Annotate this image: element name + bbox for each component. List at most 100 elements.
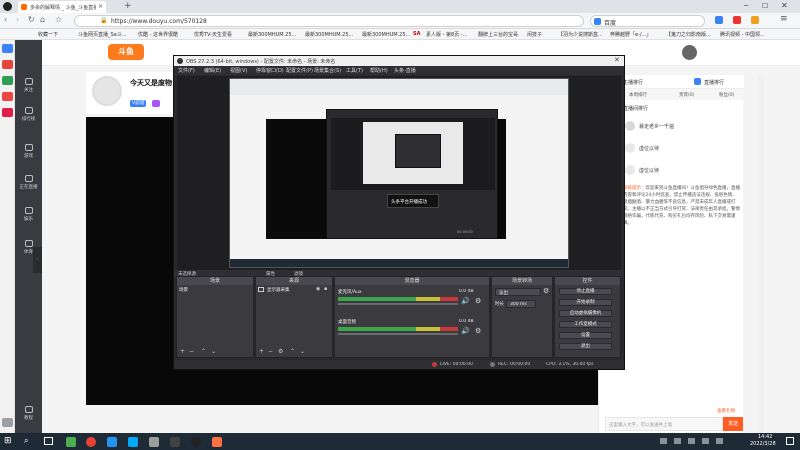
send-button[interactable]: 发送 <box>723 417 743 431</box>
rank-row[interactable]: 虚位以待 <box>623 163 738 177</box>
add-icon[interactable]: + <box>259 348 264 355</box>
transition-select[interactable]: 淡出 <box>495 288 541 296</box>
star-icon[interactable]: ☆ <box>55 15 62 24</box>
menu-view[interactable]: 视图(V) <box>230 67 247 74</box>
gear-icon[interactable]: ⚙ <box>543 287 549 295</box>
studio-mode-button[interactable]: 工作室模式 <box>559 321 612 328</box>
exit-button[interactable]: 退出 <box>559 343 612 350</box>
bookmark-item[interactable]: 最新300MHUM.25... <box>248 31 298 38</box>
source-item[interactable]: 显示器采集 ◉ ▪ <box>258 286 330 294</box>
bookmark-item[interactable]: 闲技子 <box>527 31 551 38</box>
streamer-avatar[interactable] <box>92 76 122 106</box>
obs-preview[interactable]: 头条平台开播成功 00:00:00 <box>177 76 621 270</box>
gear-icon[interactable]: ⚙ <box>475 297 481 305</box>
douyu-logo[interactable]: 斗鱼 <box>108 44 144 60</box>
duration-field[interactable]: 300 ms <box>506 300 536 308</box>
stop-streaming-button[interactable]: 停止直播 <box>559 288 612 295</box>
rank-header-title[interactable]: 主播排行 <box>623 79 643 86</box>
start-recording-button[interactable]: 开始录制 <box>559 299 612 306</box>
settings-button[interactable]: 设置 <box>559 332 612 339</box>
app-icon[interactable] <box>107 437 117 447</box>
gear-icon[interactable]: ⚙ <box>475 327 481 335</box>
virtual-camera-button[interactable]: 启动虚拟摄像机 <box>559 310 612 317</box>
bookmark-item[interactable]: 【鬼刀之归影南版... <box>666 31 712 38</box>
bookmark-item[interactable]: 奔腾越野「e-/...」 <box>610 31 658 38</box>
lock-icon[interactable]: ▪ <box>324 286 327 292</box>
browser-tab[interactable]: 多余的解释情 _ 斗鱼_斗鱼直播_主... × <box>18 1 106 13</box>
down-icon[interactable]: ⌄ <box>211 348 216 355</box>
new-tab-button[interactable]: + <box>124 1 132 11</box>
bookmark-item[interactable]: 优酷 - 这世界很酷 <box>138 31 186 38</box>
remove-icon[interactable]: − <box>189 348 194 355</box>
url-field[interactable]: 🔒 https://www.douyu.com/570128 <box>74 15 584 27</box>
app-icon[interactable] <box>170 437 180 447</box>
tab-fans[interactable]: 粉丝(0) <box>719 92 734 98</box>
bookmark-item[interactable]: 收藏一下 <box>38 31 72 38</box>
app-icon[interactable] <box>149 437 159 447</box>
user-avatar[interactable] <box>682 45 697 60</box>
speaker-icon[interactable]: 🔊 <box>461 297 470 305</box>
bookmark-item[interactable]: 【羽为少说搜斯盒... <box>558 31 602 38</box>
bookmark-item[interactable]: 最新300MHUM.25... <box>362 31 410 38</box>
rank-row[interactable]: 虚位以待 <box>623 141 738 155</box>
game-icon[interactable] <box>2 92 13 101</box>
task-view-icon[interactable] <box>44 437 53 445</box>
mail-icon[interactable] <box>2 76 13 85</box>
bookmark-item[interactable]: 斗鱼网页直播_Sa斗... <box>78 31 128 38</box>
app-icon[interactable] <box>128 437 138 447</box>
obs-close-icon[interactable]: ✕ <box>614 56 620 64</box>
bookmark-item[interactable]: SA <box>413 31 423 37</box>
menu-scene-collection[interactable]: 场景集合(S) <box>314 67 341 74</box>
extension-icon[interactable] <box>751 16 759 24</box>
menu-tools[interactable]: 工具(T) <box>346 67 363 74</box>
forward-icon[interactable]: › <box>16 15 19 24</box>
bookmark-item[interactable]: 最新300MHUM.25... <box>305 31 355 38</box>
nav-live[interactable]: 正在直播 <box>15 175 42 190</box>
bookmark-item[interactable]: 优秀TV-天生爱看 <box>194 31 240 38</box>
refresh-icon[interactable]: ↻ <box>28 15 35 24</box>
gift-link[interactable]: 查看礼物 <box>717 408 735 414</box>
weibo-icon[interactable] <box>2 60 13 69</box>
tab-close-icon[interactable]: × <box>98 3 103 10</box>
nav-expand-icon[interactable]: › <box>33 247 42 273</box>
tab-vip[interactable]: 贵宾(0) <box>679 92 694 98</box>
menu-edit[interactable]: 编辑(E) <box>204 67 221 74</box>
panel-scrollbar[interactable] <box>758 75 764 433</box>
menu-toutiao[interactable]: 头条-直播 <box>394 67 416 74</box>
favorites-icon[interactable] <box>2 44 13 53</box>
menu-docks[interactable]: 停靠窗口(D) <box>256 67 284 74</box>
tab-weekly-rank[interactable]: 本周排行 <box>629 92 647 98</box>
nav-entertainment[interactable]: 娱乐 <box>15 207 42 222</box>
window-maximize-icon[interactable]: ☐ <box>762 2 768 10</box>
scene-item[interactable]: 场景 <box>179 287 251 294</box>
app-icon[interactable] <box>212 437 222 447</box>
nav-game[interactable]: 游戏 <box>15 144 42 159</box>
settings-icon[interactable] <box>2 418 13 427</box>
extension-icon[interactable] <box>733 16 741 24</box>
bookmark-item[interactable]: 腾讯视频 - 中国领... <box>720 31 772 38</box>
search-engine-box[interactable]: 百度 <box>590 15 705 27</box>
gear-icon[interactable]: ⚙ <box>278 348 283 355</box>
chat-input[interactable]: 这里输入文字，可以发送并上墙 <box>605 417 723 431</box>
menu-icon[interactable]: ≡ <box>780 14 788 24</box>
share-title[interactable]: 直播排行 <box>704 79 724 86</box>
window-close-icon[interactable]: ✕ <box>781 1 788 10</box>
start-icon[interactable]: ⊞ <box>4 436 12 446</box>
app-icon[interactable] <box>66 437 76 447</box>
down-icon[interactable]: ⌄ <box>300 348 305 355</box>
menu-profile[interactable]: 配置文件(P) <box>286 67 313 74</box>
eye-icon[interactable]: ◉ <box>316 286 320 292</box>
nav-tutorial[interactable]: 教程 <box>15 406 42 421</box>
home-icon[interactable]: ⌂ <box>40 15 45 24</box>
chrome-icon[interactable] <box>86 437 96 447</box>
menu-file[interactable]: 文件(F) <box>178 67 195 74</box>
speaker-icon[interactable]: 🔊 <box>461 327 470 335</box>
menu-help[interactable]: 帮助(H) <box>370 67 388 74</box>
back-icon[interactable]: ‹ <box>4 15 7 24</box>
share-icon[interactable] <box>694 78 701 85</box>
rank-row[interactable]: 暴走老乡一千遍 <box>623 119 738 133</box>
bookmark-item[interactable]: 翻牌上三台的宝哥... <box>478 31 520 38</box>
obs-taskbar-icon[interactable] <box>191 437 201 447</box>
window-minimize-icon[interactable]: ─ <box>744 2 748 10</box>
up-icon[interactable]: ⌃ <box>290 348 295 355</box>
